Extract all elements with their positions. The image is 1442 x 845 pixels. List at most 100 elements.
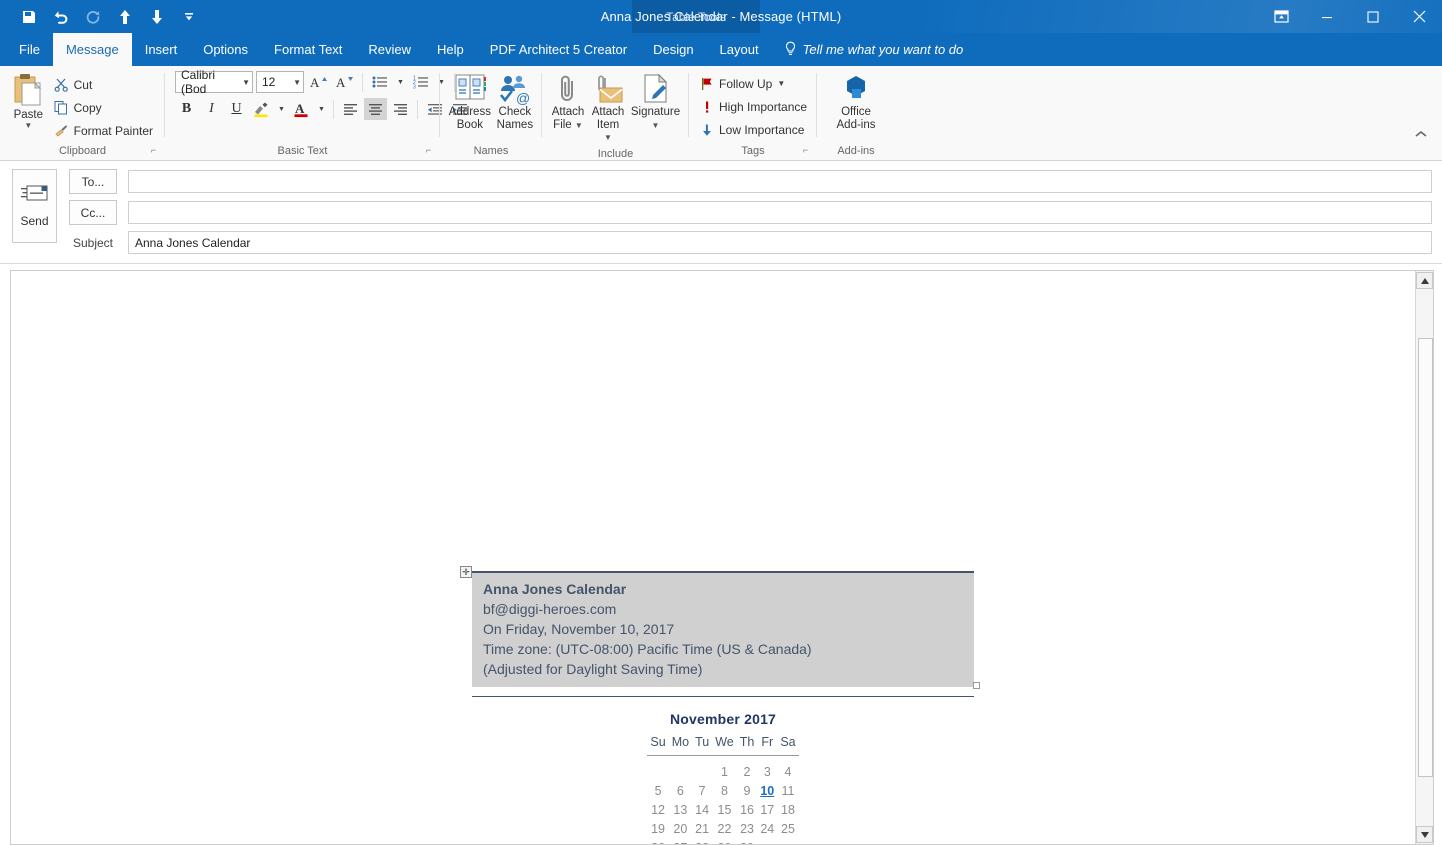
low-importance-button[interactable]: Low Importance: [697, 118, 810, 141]
next-item-icon[interactable]: [142, 4, 172, 30]
previous-item-icon[interactable]: [110, 4, 140, 30]
italic-button[interactable]: I: [200, 98, 223, 120]
align-left-button[interactable]: [339, 98, 362, 120]
numbering-button[interactable]: 123: [410, 71, 432, 93]
calendar-day: 1: [720, 765, 728, 779]
font-color-button[interactable]: A: [290, 98, 313, 120]
tab-insert[interactable]: Insert: [132, 33, 191, 66]
message-body-area[interactable]: ✛ Anna Jones Calendar bf@diggi-heroes.co…: [10, 270, 1434, 845]
to-button[interactable]: To...: [69, 169, 117, 194]
font-color-dropdown-icon[interactable]: ▼: [315, 98, 328, 120]
tell-me-search[interactable]: Tell me what you want to do: [772, 33, 976, 66]
tab-format-text[interactable]: Format Text: [261, 33, 355, 66]
maximize-icon[interactable]: [1350, 0, 1396, 33]
attach-file-button[interactable]: Attach File ▼: [548, 71, 588, 132]
paintbrush-icon: [54, 123, 69, 138]
highlight-dropdown-icon[interactable]: ▼: [275, 98, 288, 120]
high-importance-button[interactable]: High Importance: [697, 95, 813, 118]
font-name-dropdown-icon[interactable]: ▼: [238, 78, 250, 87]
calendar-day: 26: [647, 839, 668, 844]
align-center-button[interactable]: [364, 98, 387, 120]
redo-icon[interactable]: [78, 4, 108, 30]
scrollbar-thumb[interactable]: [1418, 338, 1433, 777]
underline-button[interactable]: U: [225, 98, 248, 120]
tab-review[interactable]: Review: [355, 33, 424, 66]
calendar-day: 13: [673, 803, 688, 817]
scrollbar-track[interactable]: [1417, 290, 1433, 825]
table-move-handle[interactable]: ✛: [460, 566, 472, 578]
cc-button[interactable]: Cc...: [69, 200, 117, 225]
font-size-input[interactable]: 12 ▼: [256, 71, 304, 93]
to-input[interactable]: [128, 170, 1432, 193]
ribbon-group-addins: Office Add-ins Add-ins: [817, 66, 895, 161]
font-name-input[interactable]: Calibri (Bod ▼: [175, 68, 253, 96]
table-resize-handle[interactable]: [973, 682, 980, 689]
cc-input[interactable]: [128, 201, 1432, 224]
address-book-button[interactable]: Address Book: [446, 71, 494, 131]
tab-options[interactable]: Options: [190, 33, 261, 66]
office-addins-button[interactable]: Office Add-ins: [833, 71, 880, 131]
follow-up-button[interactable]: Follow Up ▼: [697, 72, 791, 95]
ribbon-display-options-icon[interactable]: [1258, 0, 1304, 33]
paperclip-icon: [555, 73, 581, 105]
format-painter-button[interactable]: Format Painter: [51, 119, 159, 142]
compose-header: Send To... Cc... Subject: [0, 161, 1442, 264]
grow-font-button[interactable]: A: [307, 71, 330, 93]
weekday-fr: Fr: [757, 733, 778, 756]
cut-button[interactable]: Cut: [51, 73, 159, 96]
subject-input[interactable]: [128, 231, 1432, 254]
font-size-dropdown-icon[interactable]: ▼: [289, 78, 301, 87]
lightbulb-icon: [784, 41, 797, 59]
signature-button[interactable]: Signature ▼: [628, 71, 683, 132]
clipboard-label-text: Clipboard: [58, 145, 107, 157]
tab-file[interactable]: File: [6, 33, 53, 66]
tab-pdf-architect-5-creator[interactable]: PDF Architect 5 Creator: [477, 33, 640, 66]
tab-design[interactable]: Design: [640, 33, 706, 66]
message-body-scroll: ✛ Anna Jones Calendar bf@diggi-heroes.co…: [11, 271, 1415, 844]
save-icon[interactable]: [14, 4, 44, 30]
weekday-sa: Sa: [777, 733, 799, 756]
paste-dropdown-caret-icon[interactable]: ▼: [24, 122, 32, 130]
minimize-icon[interactable]: [1304, 0, 1350, 33]
attach-file-label-line2: File: [553, 118, 572, 131]
close-icon[interactable]: [1396, 0, 1442, 33]
paste-button[interactable]: Paste ▼: [12, 71, 45, 130]
attach-item-button[interactable]: Attach Item ▼: [588, 71, 628, 145]
collapse-ribbon-icon[interactable]: [1413, 129, 1429, 143]
clipboard-dialog-launcher-icon[interactable]: ⌐: [148, 145, 159, 156]
check-names-button[interactable]: @ Check Names: [494, 71, 536, 131]
tab-layout[interactable]: Layout: [707, 33, 772, 66]
calendar-day: 5: [654, 784, 662, 798]
calendar-day: 27: [669, 839, 692, 844]
copy-button[interactable]: Copy: [51, 96, 159, 119]
calendar-day: [669, 756, 692, 782]
flag-icon: [700, 77, 714, 91]
body-vertical-scrollbar[interactable]: [1415, 271, 1433, 844]
scroll-up-button[interactable]: [1416, 272, 1433, 289]
customize-quick-access-toolbar-icon[interactable]: [174, 4, 204, 30]
weekday-th: Th: [736, 733, 758, 756]
tags-dialog-launcher-icon[interactable]: ⌐: [800, 145, 811, 156]
address-book-label-line2: Book: [456, 118, 483, 131]
svg-text:3: 3: [413, 85, 416, 90]
tab-help[interactable]: Help: [424, 33, 477, 66]
tags-label-text: Tags: [741, 145, 765, 157]
tab-message[interactable]: Message: [52, 33, 132, 66]
bold-button[interactable]: B: [175, 98, 198, 120]
calendar-day: [692, 756, 712, 782]
calendar-card: Anna Jones Calendar bf@diggi-heroes.com …: [472, 571, 974, 844]
calendar-day: 29: [712, 839, 737, 844]
align-right-button[interactable]: [389, 98, 412, 120]
bullets-dropdown-icon[interactable]: ▼: [394, 71, 407, 93]
office-addins-label-line1: Office: [841, 106, 871, 118]
undo-icon[interactable]: [46, 4, 76, 30]
scroll-down-button[interactable]: [1416, 826, 1433, 843]
bullets-button[interactable]: [369, 71, 391, 93]
basic-text-dialog-launcher-icon[interactable]: ⌐: [423, 145, 434, 156]
send-button[interactable]: Send: [12, 169, 57, 243]
calendar-day: 9: [743, 784, 751, 798]
calendar-timezone-line: Time zone: (UTC-08:00) Pacific Time (US …: [483, 641, 812, 657]
copy-label: Copy: [73, 100, 102, 115]
shrink-font-button[interactable]: A: [333, 71, 356, 93]
highlight-button[interactable]: [250, 98, 273, 120]
